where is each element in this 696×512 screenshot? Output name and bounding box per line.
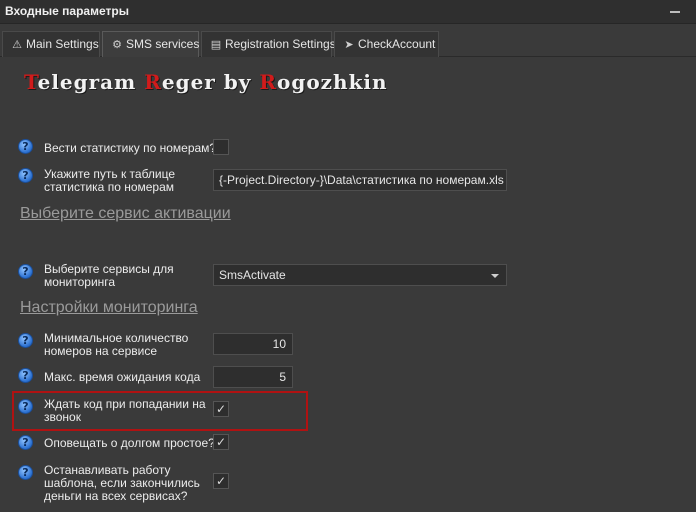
help-icon[interactable]: ?	[18, 264, 33, 279]
document-icon: ▤	[210, 39, 222, 51]
send-icon: ➤	[344, 39, 354, 51]
chevron-down-icon	[491, 274, 499, 278]
help-icon[interactable]: ?	[18, 139, 33, 154]
notify-label: Оповещать о долгом простое?	[44, 436, 215, 450]
gear-icon: ⚙	[112, 39, 122, 51]
tab-check-account[interactable]: ➤ CheckAccount	[334, 31, 439, 57]
path-label: Укажите путь к таблице статистика по ном…	[44, 167, 176, 194]
tab-bar: ⚠ Main Settings ⚙ SMS services ▤ Registrati…	[0, 31, 696, 57]
stats-checkbox[interactable]	[213, 139, 229, 155]
tab-registration-settings[interactable]: ▤ Registration Settings	[201, 31, 336, 57]
window-titlebar: Входные параметры	[0, 0, 696, 24]
tab-sms-services[interactable]: ⚙ SMS services	[102, 31, 199, 57]
stats-label: Вести статистику по номерам?	[44, 141, 217, 155]
help-icon[interactable]: ?	[18, 333, 33, 348]
help-icon[interactable]: ?	[18, 465, 33, 480]
min-count-label: Минимальное количество номеров на сервис…	[44, 331, 189, 358]
minimize-button[interactable]	[670, 11, 680, 13]
help-icon[interactable]: ?	[18, 435, 33, 450]
help-icon[interactable]: ?	[18, 399, 33, 414]
min-count-input[interactable]: 10	[213, 333, 293, 355]
tab-main-settings[interactable]: ⚠ Main Settings	[2, 31, 100, 57]
notify-checkbox[interactable]: ✓	[213, 434, 229, 450]
browse-button[interactable]: ···	[490, 170, 502, 190]
stop-work-label: Останавливать работу шаблона, если закон…	[44, 463, 200, 503]
wait-time-label: Макс. время ожидания кода	[44, 370, 201, 384]
call-code-label: Ждать код при попадании на звонок	[44, 397, 206, 424]
section-monitoring: Настройки мониторинга	[20, 299, 198, 316]
stop-work-checkbox[interactable]: ✓	[213, 473, 229, 489]
call-code-checkbox[interactable]: ✓	[213, 401, 229, 417]
help-icon[interactable]: ?	[18, 368, 33, 383]
services-select[interactable]: SmsActivate	[213, 264, 507, 286]
warning-icon: ⚠	[12, 39, 22, 51]
section-activation: Выберите сервис активации	[20, 205, 231, 222]
brand-title: Telegram Reger by Rogozhkin	[24, 70, 388, 94]
wait-time-input[interactable]: 5	[213, 366, 293, 388]
services-label: Выберите сервисы для мониторинга	[44, 262, 174, 289]
path-field[interactable]: {-Project.Directory-}\Data\статистика по…	[213, 169, 507, 191]
window-title: Входные параметры	[5, 4, 129, 18]
help-icon[interactable]: ?	[18, 168, 33, 183]
